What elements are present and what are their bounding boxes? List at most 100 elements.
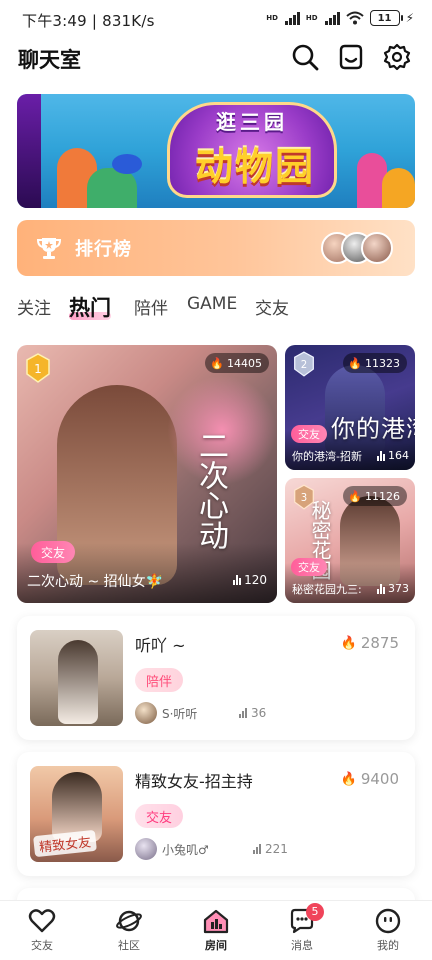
top-user-avatar-3	[361, 232, 393, 264]
starfish-decoration	[382, 168, 415, 208]
tab-dating[interactable]: 交友	[255, 294, 289, 319]
nav-messages[interactable]: 5 消息	[272, 903, 332, 953]
fish-decoration	[112, 154, 142, 174]
audience-bars-icon	[239, 708, 247, 718]
viewer-count-value: 373	[388, 582, 409, 595]
flame-icon: 🔥	[210, 356, 224, 370]
room-owner: S·听听	[135, 702, 197, 724]
owner-name: 小兔叽♂	[162, 842, 209, 857]
battery-icon: 11	[369, 10, 403, 26]
room-name: 精致女友-招主持	[135, 772, 253, 791]
nav-label: 我的	[377, 939, 399, 952]
banner-title-line1: 逛三园	[216, 110, 288, 134]
room-name: 听吖 ~	[135, 636, 186, 655]
owner-avatar	[135, 702, 157, 724]
flame-icon: 🔥	[348, 489, 362, 503]
audience-bars-icon	[253, 844, 261, 854]
heat-badge: 🔥 11126	[343, 486, 407, 506]
page-title: 聊天室	[18, 48, 81, 72]
heat-badge: 🔥 11323	[343, 353, 407, 373]
leaderboard-bar[interactable]: 排行榜	[17, 220, 415, 276]
charging-icon: ⚡	[405, 11, 414, 25]
viewer-count-value: 36	[251, 706, 267, 720]
tab-companion[interactable]: 陪伴	[134, 294, 168, 319]
flame-icon: 🔥	[348, 356, 362, 370]
owner-avatar	[135, 838, 157, 860]
thumbnail-figure	[58, 640, 98, 724]
wifi-icon	[345, 11, 364, 25]
viewer-count: 373	[377, 582, 409, 595]
bottom-navigation: 交友 社区 房间 5 消息 我的	[0, 900, 432, 960]
audience-bars-icon	[377, 450, 385, 461]
heart-icon	[28, 909, 56, 933]
rank-bronze-medal-icon: 3	[294, 484, 314, 510]
room-tag: 交友	[291, 558, 327, 576]
svg-text:3: 3	[301, 493, 307, 504]
svg-text:1: 1	[34, 362, 42, 376]
trophy-icon	[36, 238, 62, 259]
tab-game[interactable]: GAME	[187, 294, 237, 314]
nav-dating[interactable]: 交友	[12, 907, 72, 953]
seaweed-decoration	[87, 168, 137, 208]
room-title: 你的港湾-招新	[292, 450, 362, 463]
viewer-count: 164	[377, 449, 409, 462]
room-heat-value: 2875	[360, 634, 399, 652]
face-icon	[375, 908, 401, 934]
app-header: 聊天室	[0, 38, 432, 78]
nav-profile[interactable]: 我的	[358, 907, 418, 953]
viewer-count-value: 221	[265, 842, 288, 856]
rank-silver-medal-icon: 2	[294, 351, 314, 377]
viewer-count: 221	[253, 842, 288, 856]
hd-icon: HD	[266, 13, 278, 22]
thumbnail-caption: 精致女友	[33, 829, 97, 858]
room-list-item[interactable]: 精致女友 精致女友-招主持 🔥 9400 交友 小兔叽♂ 221	[17, 752, 415, 876]
featured-room-card-3[interactable]: 秘密花园 3 🔥 11126 交友 秘密花园九三: 373	[285, 478, 415, 603]
house-icon	[203, 909, 229, 934]
heat-value: 14405	[227, 356, 262, 370]
nav-label: 社区	[118, 939, 140, 952]
status-bar: 下午3:49 | 831K/s HD HD 11 ⚡	[0, 0, 432, 36]
room-thumbnail: 精致女友	[30, 766, 123, 862]
status-icons: HD HD 11 ⚡	[266, 10, 414, 26]
gear-icon[interactable]	[382, 42, 412, 72]
room-list-item[interactable]: 听吖 ~ 🔥 2875 陪伴 S·听听 36	[17, 616, 415, 740]
tab-hot[interactable]: 热门	[69, 292, 111, 322]
viewer-count: 36	[239, 706, 266, 720]
heat-value: 11323	[365, 356, 400, 370]
status-time: 下午3:49 | 831K/s	[22, 12, 155, 30]
room-title: 二次心动 ~ 招仙女🧚	[27, 574, 164, 590]
search-icon[interactable]	[290, 42, 320, 72]
signal-icon-2	[324, 11, 340, 25]
nav-label: 消息	[291, 939, 313, 952]
room-tag: 交友	[135, 804, 184, 828]
promo-banner[interactable]: 逛三园 动物园	[17, 94, 415, 208]
audience-bars-icon	[377, 583, 385, 594]
signal-icon	[284, 11, 300, 25]
heat-value: 11126	[365, 489, 400, 503]
flame-icon: 🔥	[340, 771, 357, 787]
flame-icon: 🔥	[340, 635, 357, 651]
audience-bars-icon	[233, 575, 242, 585]
viewer-count-value: 164	[388, 449, 409, 462]
inbox-icon[interactable]	[336, 42, 366, 72]
featured-room-card-1[interactable]: 二次心动 1 🔥 14405 交友 二次心动 ~ 招仙女🧚 120	[17, 345, 277, 603]
nav-community[interactable]: 社区	[99, 907, 159, 953]
room-tag: 陪伴	[135, 668, 184, 692]
room-heat-value: 9400	[360, 770, 399, 788]
featured-room-card-2[interactable]: 你的港湾 2 🔥11323 交友 你的港湾-招新 164	[285, 345, 415, 470]
banner-title-line2: 动物园	[194, 145, 315, 189]
viewer-count: 120	[233, 573, 267, 587]
cover-art-text: 二次心动	[193, 430, 228, 550]
room-tag: 交友	[31, 541, 76, 563]
svg-text:2: 2	[301, 360, 307, 371]
room-tag: 交友	[291, 425, 327, 443]
nav-rooms[interactable]: 房间	[186, 907, 246, 953]
nav-label: 交友	[31, 939, 53, 952]
viewer-count-value: 120	[244, 573, 267, 587]
leaderboard-label: 排行榜	[75, 239, 132, 260]
tab-follow[interactable]: 关注	[17, 294, 51, 319]
planet-icon	[116, 910, 142, 932]
hd-icon-2: HD	[305, 13, 318, 22]
nav-label: 房间	[205, 939, 227, 952]
owner-name: S·听听	[162, 706, 198, 721]
